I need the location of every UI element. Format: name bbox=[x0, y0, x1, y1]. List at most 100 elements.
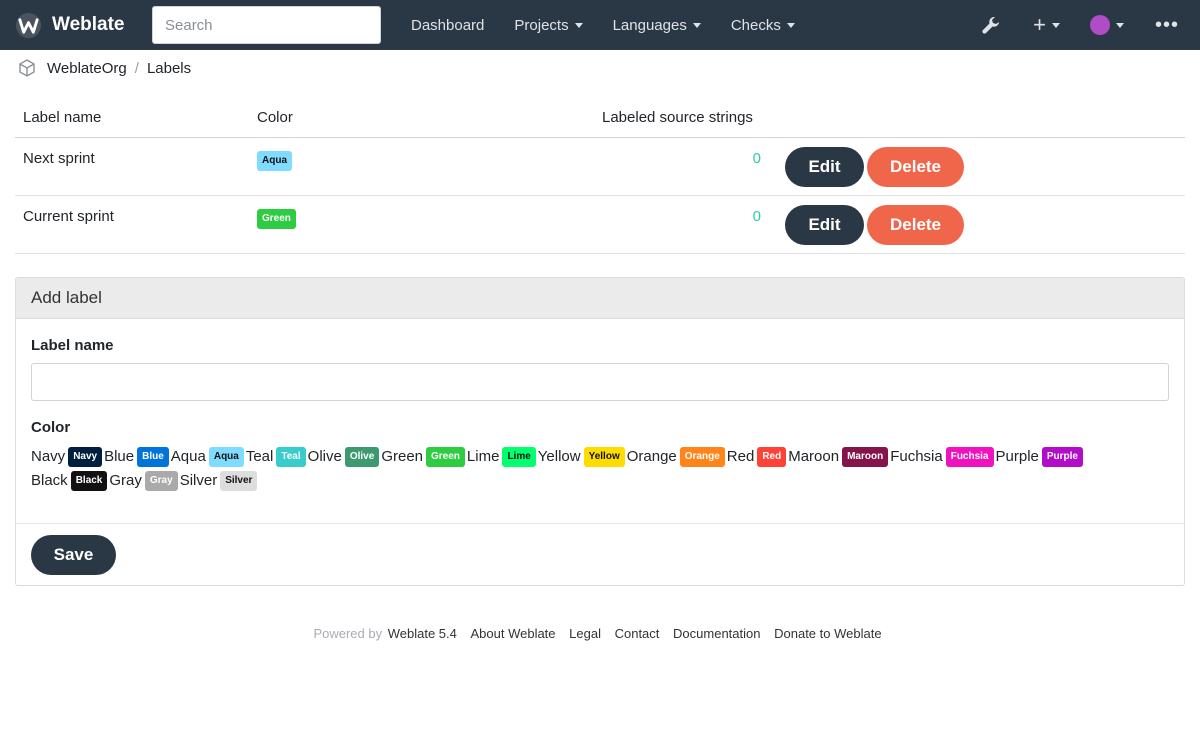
color-option-label: Blue bbox=[104, 448, 135, 465]
color-option-label: Teal bbox=[245, 448, 274, 465]
wrench-icon[interactable] bbox=[981, 15, 1001, 35]
powered-by-text: Powered by bbox=[313, 626, 383, 641]
search-input[interactable] bbox=[152, 6, 381, 44]
breadcrumb-organization[interactable]: WeblateOrg bbox=[47, 60, 127, 77]
color-option-yellow[interactable]: Yellow Yellow bbox=[538, 445, 626, 469]
color-badge: Lime bbox=[502, 447, 536, 468]
color-badge: Fuchsia bbox=[945, 447, 994, 468]
color-option-maroon[interactable]: Maroon Maroon bbox=[788, 445, 889, 469]
nav-right: + ••• bbox=[981, 0, 1200, 50]
color-option-teal[interactable]: Teal Teal bbox=[246, 445, 307, 469]
wrench-svg bbox=[982, 17, 1000, 34]
delete-button[interactable]: Delete bbox=[867, 204, 964, 245]
nav-checks-dropdown[interactable]: Checks bbox=[716, 17, 810, 34]
panel-title: Add label bbox=[16, 278, 1184, 319]
color-option-aqua[interactable]: Aqua Aqua bbox=[171, 445, 245, 469]
color-badge: Silver bbox=[220, 471, 258, 492]
color-option-label: Green bbox=[381, 448, 424, 465]
color-option-blue[interactable]: Blue Blue bbox=[104, 445, 170, 469]
avatar-icon bbox=[1089, 15, 1110, 35]
color-option-label: Lime bbox=[466, 448, 500, 465]
nav-dashboard[interactable]: Dashboard bbox=[396, 17, 499, 34]
footer-documentation[interactable]: Documentation bbox=[673, 626, 760, 641]
edit-button[interactable]: Edit bbox=[785, 146, 864, 187]
caret-down-icon bbox=[692, 22, 701, 28]
label-color-cell: Green bbox=[249, 195, 594, 254]
color-option-purple[interactable]: Purple Purple bbox=[996, 445, 1084, 469]
color-badge: Green bbox=[426, 447, 465, 468]
table-row: Current sprint Green 0 Edit Delete bbox=[15, 195, 1185, 254]
color-option-label: Olive bbox=[307, 448, 342, 465]
color-option-green[interactable]: Green Green bbox=[381, 445, 466, 469]
labels-table: Label name Color Labeled source strings … bbox=[15, 98, 1185, 254]
label-name-label: Label name bbox=[31, 337, 114, 354]
color-option-lime[interactable]: Lime Lime bbox=[467, 445, 537, 469]
plus-icon: + bbox=[1033, 12, 1046, 37]
labeled-count-cell[interactable]: 0 bbox=[594, 137, 777, 196]
color-badge: Teal bbox=[276, 447, 306, 468]
color-option-navy[interactable]: Navy Navy bbox=[31, 445, 103, 469]
actions-cell: Edit Delete bbox=[777, 195, 1185, 254]
color-option-label: Aqua bbox=[170, 448, 206, 465]
brand-link[interactable]: Weblate bbox=[15, 0, 125, 50]
color-option-silver[interactable]: Silver Silver bbox=[180, 469, 259, 493]
add-label-panel: Add label Label name Color Navy Navy Blue B… bbox=[15, 277, 1185, 586]
nav-languages-label: Languages bbox=[612, 16, 687, 34]
caret-down-icon bbox=[1051, 22, 1060, 28]
color-option-label: Navy bbox=[31, 448, 66, 465]
nav-languages-dropdown[interactable]: Languages bbox=[598, 17, 716, 34]
header-label-name: Label name bbox=[15, 98, 249, 138]
color-label: Color bbox=[31, 419, 71, 436]
actions-cell: Edit Delete bbox=[777, 137, 1185, 196]
label-color-cell: Aqua bbox=[249, 137, 594, 196]
footer-weblate-version[interactable]: Weblate 5.4 bbox=[388, 626, 457, 641]
color-option-black[interactable]: Black Black bbox=[31, 469, 108, 493]
color-badge: Aqua bbox=[257, 150, 292, 171]
color-option-fuchsia[interactable]: Fuchsia Fuchsia bbox=[890, 445, 994, 469]
footer: Powered by Weblate 5.4 About Weblate Leg… bbox=[0, 626, 1200, 641]
nav-checks-label: Checks bbox=[730, 16, 781, 34]
labeled-count-cell[interactable]: 0 bbox=[594, 195, 777, 254]
breadcrumb: WeblateOrg / Labels bbox=[17, 58, 191, 78]
color-option-label: Black bbox=[31, 472, 68, 489]
color-badge: Orange bbox=[679, 447, 725, 468]
footer-contact[interactable]: Contact bbox=[615, 626, 660, 641]
organization-icon bbox=[19, 59, 35, 77]
color-badge: Gray bbox=[144, 471, 178, 492]
footer-legal[interactable]: Legal bbox=[569, 626, 601, 641]
label-name-input[interactable] bbox=[31, 363, 1169, 401]
color-badge: Olive bbox=[344, 447, 380, 468]
color-badge: Yellow bbox=[583, 447, 625, 468]
label-name-cell: Current sprint bbox=[15, 195, 249, 254]
color-badge: Navy bbox=[68, 447, 103, 468]
color-option-orange[interactable]: Orange Orange bbox=[627, 445, 726, 469]
footer-donate[interactable]: Donate to Weblate bbox=[774, 626, 881, 641]
delete-button[interactable]: Delete bbox=[867, 146, 964, 187]
top-navbar: Weblate Dashboard Projects Languages Che… bbox=[0, 0, 1200, 50]
breadcrumb-labels[interactable]: Labels bbox=[147, 60, 191, 77]
color-badge: Purple bbox=[1041, 447, 1083, 468]
color-option-red[interactable]: Red Red bbox=[727, 445, 787, 469]
edit-button[interactable]: Edit bbox=[785, 204, 864, 245]
weblate-logo-icon bbox=[15, 12, 42, 38]
color-option-label: Silver bbox=[179, 472, 218, 489]
color-option-label: Fuchsia bbox=[890, 448, 943, 465]
color-option-label: Gray bbox=[109, 472, 142, 489]
header-labeled-strings: Labeled source strings bbox=[594, 98, 777, 138]
caret-down-icon bbox=[574, 22, 583, 28]
color-badge: Black bbox=[70, 471, 108, 492]
nav-projects-dropdown[interactable]: Projects bbox=[499, 17, 597, 34]
header-color: Color bbox=[249, 98, 594, 138]
more-icon[interactable]: ••• bbox=[1155, 14, 1179, 37]
user-menu-dropdown[interactable] bbox=[1089, 15, 1124, 35]
footer-about[interactable]: About Weblate bbox=[470, 626, 555, 641]
save-button[interactable]: Save bbox=[31, 535, 116, 575]
breadcrumb-separator: / bbox=[134, 59, 139, 77]
color-option-olive[interactable]: Olive Olive bbox=[308, 445, 381, 469]
color-badge: Red bbox=[757, 447, 787, 468]
color-option-gray[interactable]: Gray Gray bbox=[109, 469, 178, 493]
color-radio-group: Navy Navy Blue Blue Aqua Aqua Teal Teal Olive Oli… bbox=[31, 445, 1161, 493]
add-menu-dropdown[interactable]: + bbox=[1033, 12, 1060, 38]
color-option-label: Maroon bbox=[788, 448, 840, 465]
color-badge: Green bbox=[257, 208, 296, 229]
